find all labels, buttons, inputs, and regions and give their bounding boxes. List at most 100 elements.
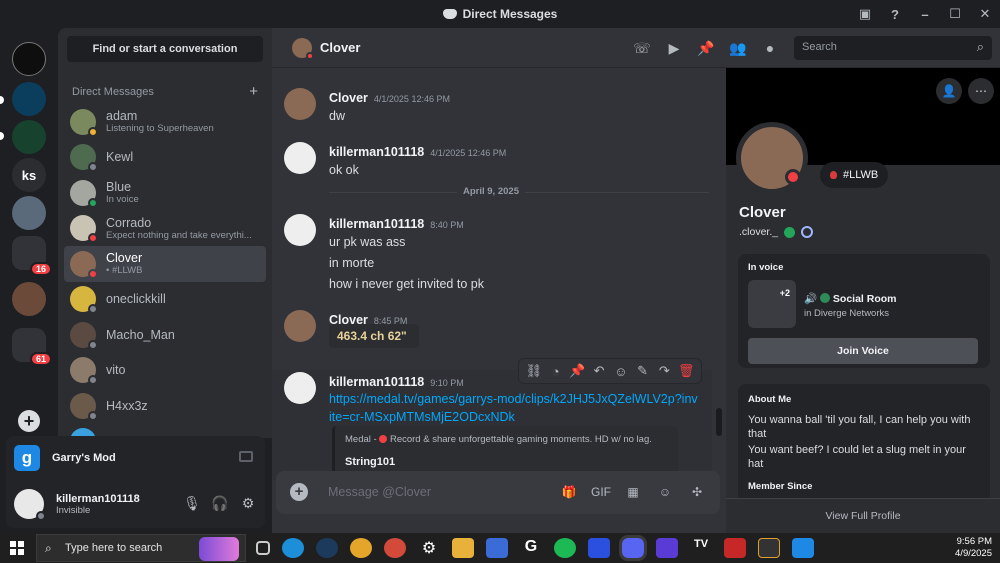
scrollbar-thumb[interactable] xyxy=(716,408,722,436)
message-author[interactable]: killerman101118 xyxy=(329,217,424,231)
spotify-icon[interactable] xyxy=(554,538,576,558)
search-highlight-image xyxy=(199,537,239,561)
voice-call-icon[interactable]: ☏ xyxy=(632,38,652,58)
dm-item-vito[interactable]: vito xyxy=(64,353,266,389)
server-ks[interactable]: ks xyxy=(12,158,46,192)
task-view-icon[interactable] xyxy=(256,541,270,555)
upload-plus-icon[interactable]: + xyxy=(290,483,308,501)
minimize-button[interactable]: – xyxy=(910,7,940,22)
dm-item-adam[interactable]: adam Listening to Superheaven xyxy=(64,104,266,140)
close-button[interactable]: ✕ xyxy=(970,6,1000,22)
nitro-badge-icon[interactable] xyxy=(801,226,814,238)
search-input[interactable]: Search ⌕ xyxy=(794,36,992,60)
dm-item-h4xx3z[interactable]: H4xx3z xyxy=(64,388,266,424)
video-call-icon[interactable]: ▶ xyxy=(664,38,684,58)
dm-item-blue[interactable]: Blue In voice xyxy=(64,175,266,211)
message-avatar[interactable] xyxy=(284,310,316,342)
more-options-icon[interactable]: ⋯ xyxy=(968,78,994,104)
garrys-mod-taskbar-icon[interactable] xyxy=(792,538,814,558)
system-clock[interactable]: 9:56 PM 4/9/2025 xyxy=(955,536,992,560)
chrome-profile-icon[interactable] xyxy=(384,538,406,558)
steam-icon[interactable] xyxy=(316,538,338,558)
emoji-icon[interactable]: ☺ xyxy=(654,483,676,501)
malwarebytes-icon[interactable] xyxy=(588,538,610,558)
message-avatar[interactable] xyxy=(284,214,316,246)
dm-item-oneclickkill[interactable]: oneclickkill xyxy=(64,282,266,318)
edge-icon[interactable] xyxy=(282,538,304,558)
pinned-messages-icon[interactable]: 📌 xyxy=(696,38,716,58)
message-avatar[interactable] xyxy=(284,372,316,404)
forward-icon[interactable]: ↷ xyxy=(655,363,673,379)
edit-icon[interactable]: ✎ xyxy=(634,363,652,379)
settings-gear-icon[interactable]: ⚙ xyxy=(239,494,257,512)
proton-vpn-icon[interactable] xyxy=(656,538,678,558)
add-server-icon[interactable]: + xyxy=(18,410,40,432)
find-conversation-button[interactable]: Find or start a conversation xyxy=(67,36,263,62)
app-icon[interactable] xyxy=(486,538,508,558)
file-explorer-icon[interactable] xyxy=(452,538,474,558)
tradingview-icon[interactable]: TV xyxy=(690,538,712,558)
gift-icon[interactable]: 🎁 xyxy=(558,483,580,501)
message-avatar[interactable] xyxy=(284,142,316,174)
windows-start-icon[interactable] xyxy=(10,541,24,555)
app-icon[interactable]: G xyxy=(520,538,542,558)
message-composer[interactable]: + Message @Clover 🎁 GIF ▦ ☺ ✣ xyxy=(276,471,720,514)
add-friend-icon[interactable]: 👤 xyxy=(936,78,962,104)
screen-share-icon[interactable] xyxy=(239,451,253,462)
user-avatar[interactable] xyxy=(14,489,46,521)
message-author[interactable]: killerman101118 xyxy=(329,145,424,159)
dm-name: H4xx3z xyxy=(106,398,148,413)
custom-status: #LLWB xyxy=(820,162,889,188)
message-author[interactable]: killerman101118 xyxy=(329,375,424,389)
dm-activity: • #LLWB xyxy=(106,265,143,277)
headphones-icon[interactable]: 🎧 xyxy=(211,494,229,512)
gif-icon[interactable]: GIF xyxy=(590,483,612,501)
profile-avatar[interactable] xyxy=(736,122,808,194)
chrome-icon[interactable] xyxy=(350,538,372,558)
join-voice-button[interactable]: Join Voice xyxy=(748,338,978,364)
embed-title[interactable]: String101 xyxy=(345,456,668,468)
app-icon[interactable] xyxy=(724,538,746,558)
server-icon[interactable] xyxy=(12,282,46,316)
server-icon[interactable] xyxy=(12,82,46,116)
help-icon[interactable]: ? xyxy=(880,7,910,22)
create-dm-icon[interactable]: + xyxy=(249,84,258,99)
sticker-icon[interactable]: ▦ xyxy=(622,483,644,501)
dm-item-clover[interactable]: Clover • #LLWB xyxy=(64,246,266,282)
voice-room-name[interactable]: 🔊 Social Room xyxy=(804,292,897,305)
add-reaction-icon[interactable]: ☺ xyxy=(612,364,630,379)
delete-icon[interactable]: 🗑 xyxy=(677,363,695,379)
reply-icon[interactable]: ↶ xyxy=(590,363,608,379)
message-avatar[interactable] xyxy=(284,88,316,120)
server-icon[interactable] xyxy=(12,120,46,154)
dm-avatar xyxy=(70,357,98,386)
dm-item-kewl[interactable]: Kewl xyxy=(64,140,266,176)
add-friends-icon[interactable]: 👥 xyxy=(728,38,748,58)
view-full-profile-button[interactable]: View Full Profile xyxy=(726,498,1000,533)
dm-item-macho-man[interactable]: Macho_Man xyxy=(64,317,266,353)
user-profile-toggle-icon[interactable]: ● xyxy=(760,38,780,58)
taskbar-search[interactable]: ⌕ Type here to search xyxy=(36,534,246,562)
server-icon[interactable] xyxy=(12,196,46,230)
microphone-icon[interactable]: 🎙 xyxy=(183,494,201,512)
chat-header-name[interactable]: Clover xyxy=(320,40,360,55)
apps-icon[interactable]: ✣ xyxy=(686,483,708,501)
medal-taskbar-icon[interactable] xyxy=(758,538,780,558)
server-globe-icon xyxy=(820,293,830,303)
message-text: in morte xyxy=(329,256,375,270)
server-diverge-networks[interactable] xyxy=(12,42,46,76)
activity-panel[interactable]: g Garry's Mod xyxy=(6,436,265,480)
message-author[interactable]: Clover xyxy=(329,91,368,105)
discord-taskbar-icon[interactable] xyxy=(619,535,647,561)
mark-unread-icon[interactable]: ◔ xyxy=(547,364,565,379)
settings-icon[interactable]: ⚙ xyxy=(418,538,440,558)
server-icon[interactable] xyxy=(12,370,46,404)
maximize-button[interactable]: ☐ xyxy=(940,6,970,22)
dm-item-corrado[interactable]: Corrado Expect nothing and take everythi.… xyxy=(64,211,266,247)
copy-link-icon[interactable]: ⛓ xyxy=(525,363,543,379)
inbox-icon[interactable]: ▣ xyxy=(850,6,880,22)
pin-icon[interactable]: 📌 xyxy=(568,363,586,379)
badge-icon[interactable] xyxy=(784,226,796,238)
chat-header-avatar[interactable] xyxy=(292,37,314,60)
message-link[interactable]: https://medal.tv/games/garrys-mod/clips/… xyxy=(329,390,699,426)
